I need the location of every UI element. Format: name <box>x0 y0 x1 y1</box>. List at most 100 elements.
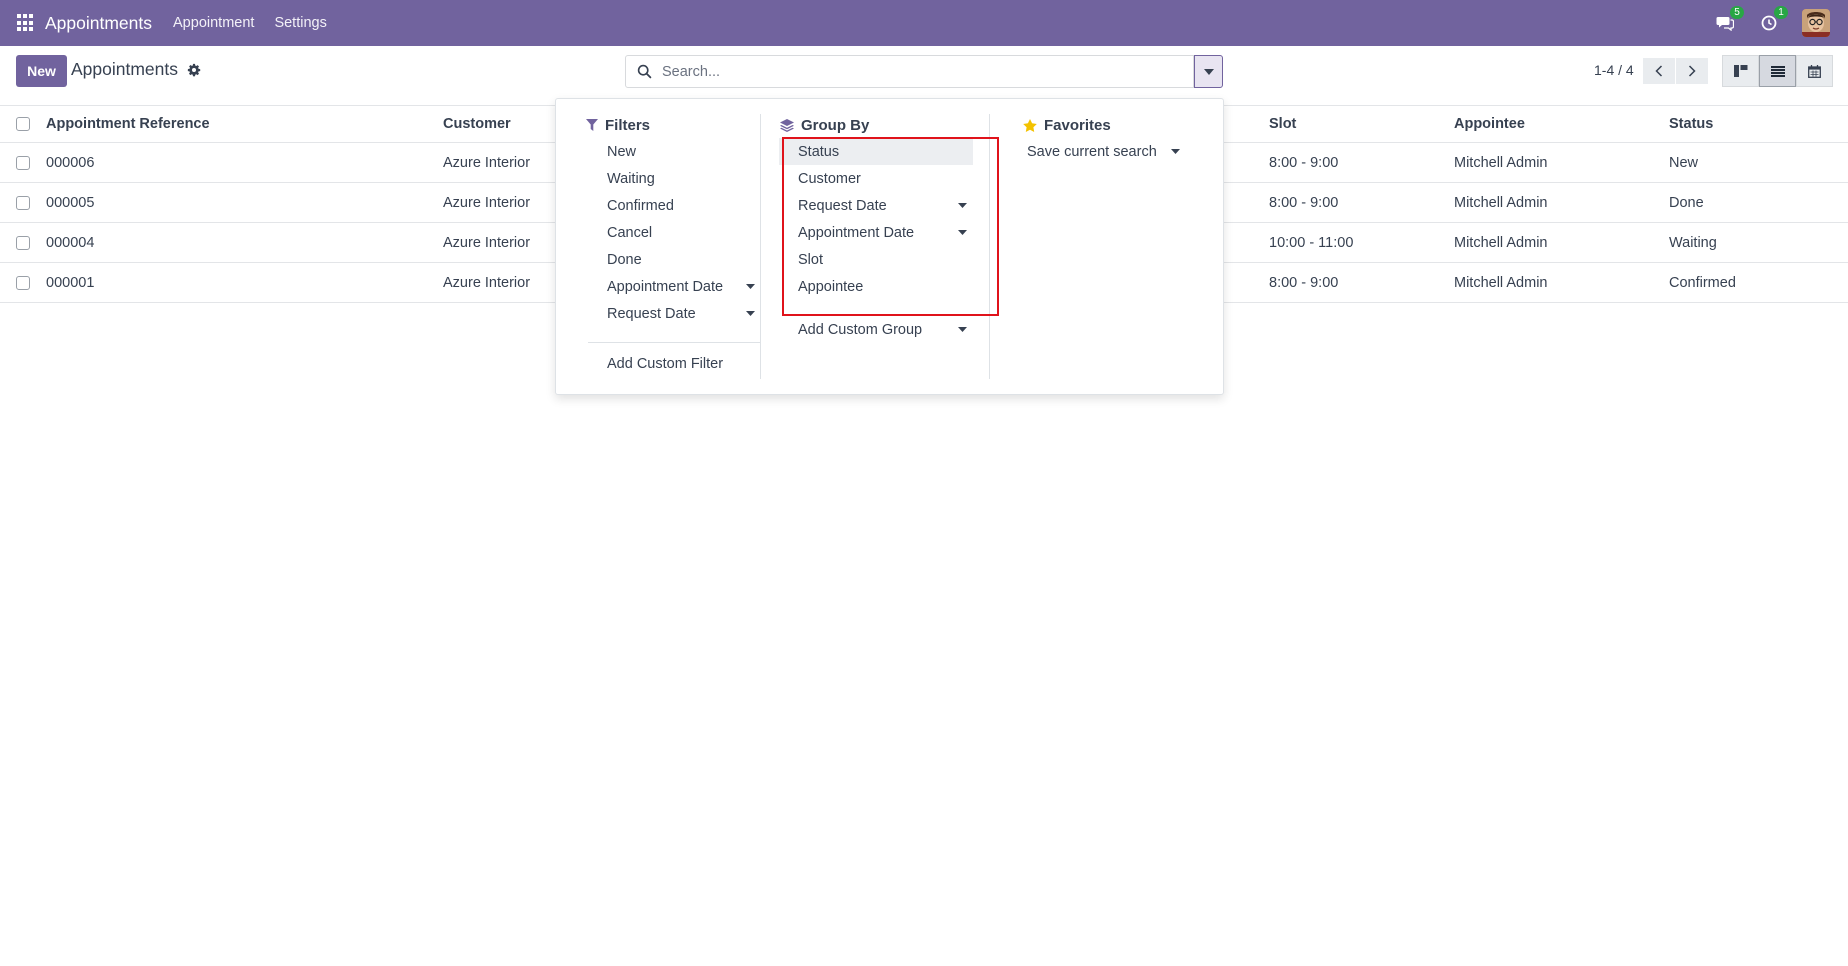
cell-customer: Azure Interior <box>443 274 531 291</box>
cell-status: New <box>1669 154 1699 171</box>
search-box <box>625 55 1194 88</box>
page-title: Appointments <box>71 59 179 79</box>
caret-down-icon <box>746 284 755 289</box>
filter-item-waiting[interactable]: Waiting <box>588 165 761 192</box>
cell-reference: 000005 <box>46 194 95 211</box>
apps-grid-icon[interactable] <box>17 14 35 32</box>
control-panel: New Appointments 1-4 / 4 <box>0 46 1848 106</box>
row-checkbox[interactable] <box>16 155 30 170</box>
group-item-appointment-date[interactable]: Appointment Date <box>779 219 973 246</box>
group-item-label: Request Date <box>798 197 887 214</box>
activities-badge: 1 <box>1774 6 1788 19</box>
column-header-reference[interactable]: Appointment Reference <box>46 106 210 142</box>
column-header-slot[interactable]: Slot <box>1269 106 1296 142</box>
column-header-appointee[interactable]: Appointee <box>1454 106 1525 142</box>
favorites-heading: Favorites <box>1023 114 1111 136</box>
filters-title: Filters <box>605 116 651 134</box>
group-item-appointee[interactable]: Appointee <box>779 273 973 300</box>
pager-value[interactable]: 1-4 / 4 <box>1594 62 1634 78</box>
cell-reference: 000004 <box>46 234 95 251</box>
group-item-slot[interactable]: Slot <box>779 246 973 273</box>
calendar-icon <box>1808 64 1821 78</box>
cell-reference: 000006 <box>46 154 95 171</box>
group-by-section: Group By Status Customer Request Date Ap… <box>763 114 990 379</box>
filter-item-request-date[interactable]: Request Date <box>588 300 761 327</box>
cell-appointee: Mitchell Admin <box>1454 194 1548 211</box>
cell-status: Waiting <box>1669 234 1717 251</box>
caret-down-icon <box>1203 68 1214 75</box>
column-header-customer[interactable]: Customer <box>443 106 511 142</box>
cell-status: Confirmed <box>1669 274 1736 291</box>
search-input[interactable] <box>660 57 1180 86</box>
favorites-section: Favorites Save current search <box>991 114 1221 379</box>
pager-next-button[interactable] <box>1676 58 1708 84</box>
filters-heading: Filters <box>586 114 650 136</box>
star-icon <box>1023 118 1037 132</box>
caret-down-icon <box>746 311 755 316</box>
user-avatar[interactable] <box>1802 9 1830 37</box>
group-by-heading: Group By <box>780 114 869 136</box>
row-checkbox[interactable] <box>16 275 30 290</box>
menu-appointment[interactable]: Appointment <box>173 15 254 31</box>
caret-down-icon <box>1171 149 1180 154</box>
filter-item-new[interactable]: New <box>588 138 761 165</box>
messages-badge: 5 <box>1730 6 1744 19</box>
cell-customer: Azure Interior <box>443 234 531 251</box>
chevron-left-icon <box>1655 65 1663 77</box>
row-checkbox[interactable] <box>16 195 30 210</box>
filter-item-label: Appointment Date <box>607 278 724 295</box>
search-panel-toggle[interactable] <box>1194 55 1223 88</box>
group-item-request-date[interactable]: Request Date <box>779 192 973 219</box>
cell-appointee: Mitchell Admin <box>1454 234 1548 251</box>
cell-customer: Azure Interior <box>443 154 531 171</box>
caret-down-icon <box>958 203 967 208</box>
filter-item-cancel[interactable]: Cancel <box>588 219 761 246</box>
top-navbar: Appointments Appointment Settings 5 1 <box>0 0 1848 46</box>
cell-customer: Azure Interior <box>443 194 531 211</box>
row-checkbox[interactable] <box>16 235 30 250</box>
column-header-status[interactable]: Status <box>1669 106 1713 142</box>
layers-icon <box>780 118 794 132</box>
add-custom-group[interactable]: Add Custom Group <box>779 316 973 343</box>
activities-button[interactable]: 1 <box>1758 6 1788 34</box>
save-current-search[interactable]: Save current search <box>1008 138 1186 165</box>
cell-status: Done <box>1669 194 1704 211</box>
filter-item-appointment-date[interactable]: Appointment Date <box>588 273 761 300</box>
filter-item-done[interactable]: Done <box>588 246 761 273</box>
filter-item-confirmed[interactable]: Confirmed <box>588 192 761 219</box>
select-all-checkbox[interactable] <box>16 117 30 131</box>
app-brand[interactable]: Appointments <box>45 13 152 34</box>
menu-settings[interactable]: Settings <box>274 15 326 31</box>
group-item-label: Appointment Date <box>798 224 915 241</box>
view-calendar-button[interactable] <box>1796 55 1833 87</box>
list-icon <box>1770 65 1785 77</box>
gear-icon[interactable] <box>187 63 201 77</box>
search-options-panel: Filters New Waiting Confirmed Cancel Don… <box>555 98 1224 395</box>
cell-slot: 8:00 - 9:00 <box>1269 154 1339 171</box>
new-button[interactable]: New <box>16 55 67 87</box>
caret-down-icon <box>958 327 967 332</box>
messages-button[interactable]: 5 <box>1714 6 1744 34</box>
cell-appointee: Mitchell Admin <box>1454 154 1548 171</box>
pager-previous-button[interactable] <box>1643 58 1675 84</box>
group-item-status[interactable]: Status <box>779 138 973 165</box>
favorites-title: Favorites <box>1044 116 1111 134</box>
add-custom-group-label: Add Custom Group <box>798 321 923 338</box>
cell-reference: 000001 <box>46 274 95 291</box>
group-item-customer[interactable]: Customer <box>779 165 973 192</box>
view-kanban-button[interactable] <box>1722 55 1759 87</box>
cell-slot: 8:00 - 9:00 <box>1269 194 1339 211</box>
filter-icon <box>586 119 598 131</box>
clock-icon <box>1761 15 1777 31</box>
cell-slot: 10:00 - 11:00 <box>1269 234 1354 251</box>
filters-divider <box>588 342 761 343</box>
avatar-image <box>1802 9 1830 37</box>
caret-down-icon <box>958 230 967 235</box>
chevron-right-icon <box>1688 65 1696 77</box>
search-icon <box>637 64 652 79</box>
save-current-search-label: Save current search <box>1027 143 1157 160</box>
filter-item-label: Request Date <box>607 305 696 322</box>
add-custom-filter[interactable]: Add Custom Filter <box>588 350 761 377</box>
filters-section: Filters New Waiting Confirmed Cancel Don… <box>572 114 761 379</box>
view-list-button[interactable] <box>1759 55 1796 87</box>
